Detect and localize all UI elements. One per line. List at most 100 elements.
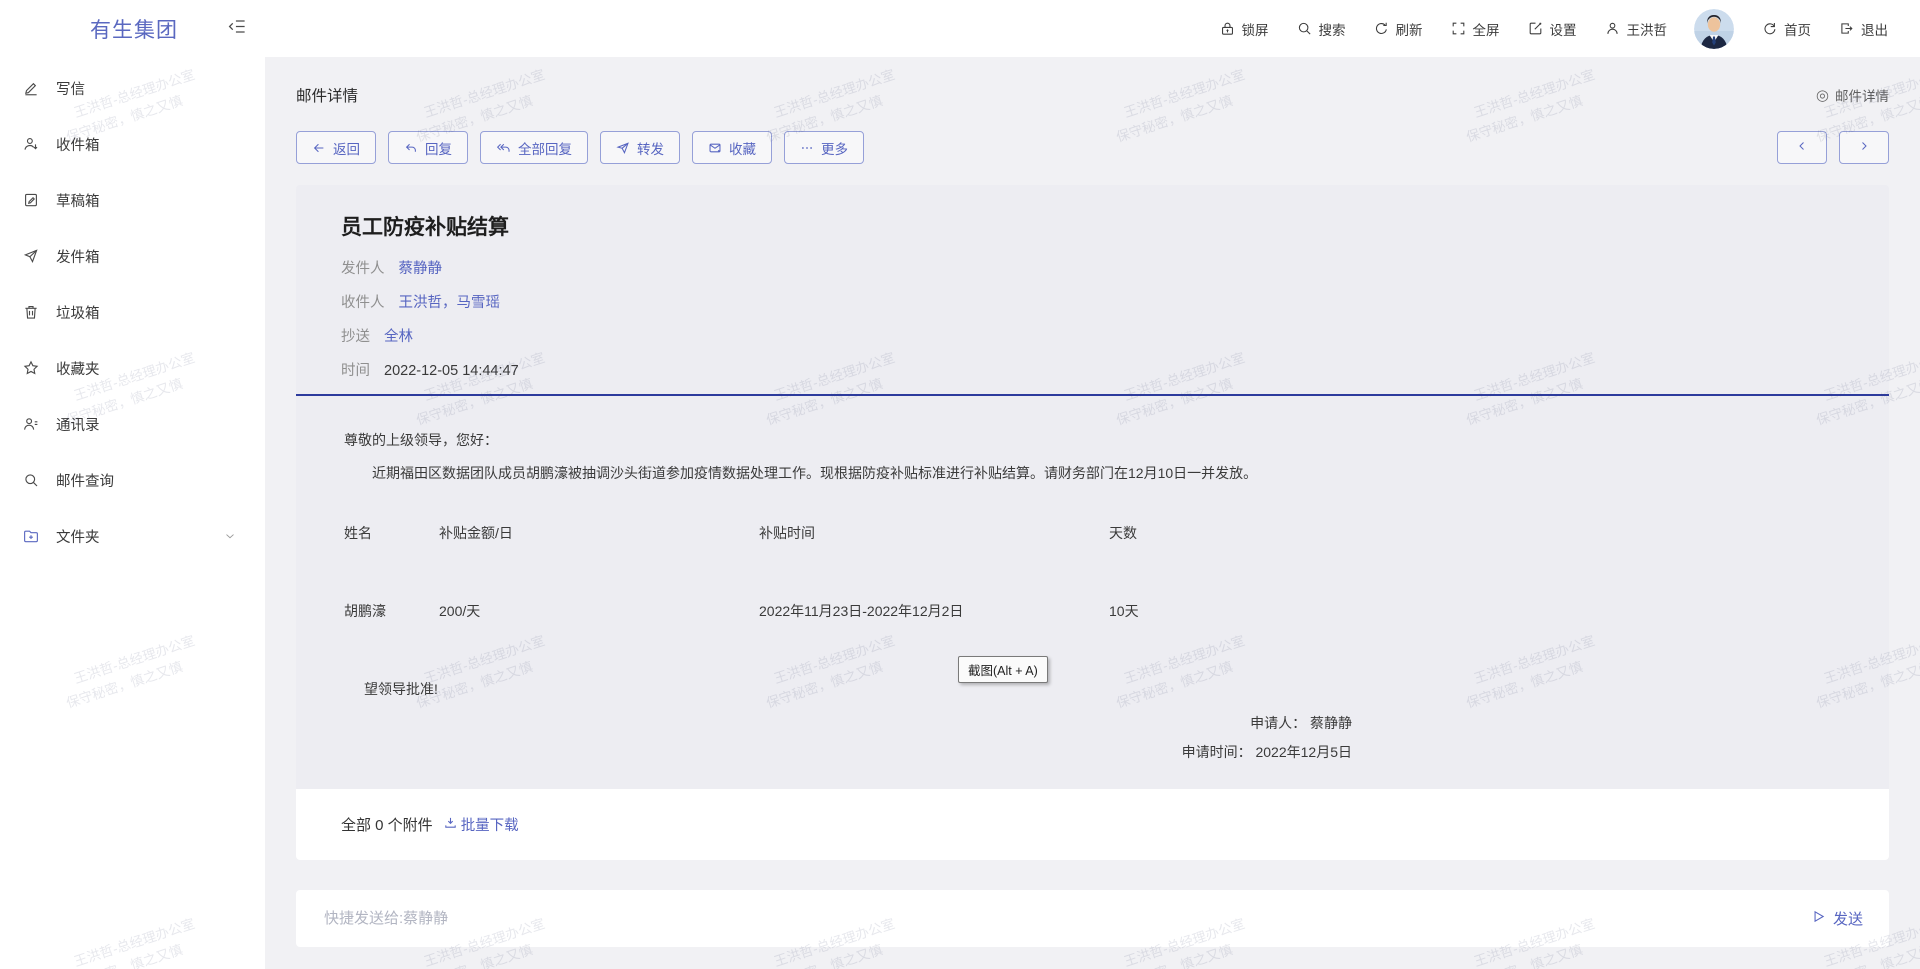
fullscreen-icon xyxy=(1450,20,1467,37)
contacts-icon xyxy=(22,415,40,433)
subsidy-table: 姓名 补贴金额/日 补贴时间 天数 胡鹏濠 200/天 2022年11月23日-… xyxy=(344,523,1344,621)
reply-all-icon xyxy=(496,141,511,155)
mail-meta-cc: 抄送 全林 xyxy=(341,325,1844,346)
col-days: 天数 xyxy=(1109,523,1344,543)
mail-paragraph: 近期福田区数据团队成员胡鹏濠被抽调沙头街道参加疫情数据处理工作。现根据防疫补贴标… xyxy=(344,463,1844,485)
apply-date-line: 申请时间： 2022年12月5日 xyxy=(344,738,1352,767)
pin-icon: ◎ xyxy=(1816,86,1829,104)
settings-button[interactable]: 设置 xyxy=(1527,19,1577,39)
sidebar-item-drafts[interactable]: 草稿箱 xyxy=(0,172,265,228)
logout-button[interactable]: 退出 xyxy=(1838,19,1888,39)
collect-icon xyxy=(708,141,722,155)
sidebar: 写信 收件箱 草稿箱 发件箱 垃圾箱 收藏夹 通讯录 邮件查询 xyxy=(0,57,265,969)
reply-all-button[interactable]: 全部回复 xyxy=(480,131,588,164)
forward-button[interactable]: 转发 xyxy=(600,131,680,164)
send-button[interactable]: 发送 xyxy=(1811,908,1863,929)
search-button[interactable]: 搜索 xyxy=(1296,19,1346,39)
logout-icon xyxy=(1838,20,1855,37)
mail-header: 员工防疫补贴结算 发件人 蔡静静 收件人 王洪哲，马雪瑶 抄送 全林 时间 20… xyxy=(296,185,1889,380)
back-button[interactable]: 返回 xyxy=(296,131,376,164)
home-icon xyxy=(1761,20,1778,37)
prev-mail-button[interactable] xyxy=(1777,131,1827,164)
main-content: 邮件详情 ◎ 邮件详情 返回 回复 全部回复 xyxy=(265,57,1920,969)
mail-subject: 员工防疫补贴结算 xyxy=(341,211,1844,241)
applicant-line: 申请人： 蔡静静 xyxy=(344,709,1352,738)
cc-link[interactable]: 全林 xyxy=(384,325,413,346)
home-button[interactable]: 首页 xyxy=(1761,19,1811,39)
reply-button[interactable]: 回复 xyxy=(388,131,468,164)
sidebar-item-folders[interactable]: 文件夹 xyxy=(0,508,265,564)
col-amount: 补贴金额/日 xyxy=(439,523,759,543)
cell-days: 10天 xyxy=(1109,543,1344,621)
toolbar: 返回 回复 全部回复 转发 收藏 xyxy=(296,131,1889,164)
sidebar-item-contacts[interactable]: 通讯录 xyxy=(0,396,265,452)
sidebar-item-favorites[interactable]: 收藏夹 xyxy=(0,340,265,396)
user-avatar[interactable] xyxy=(1694,9,1734,49)
reply-icon xyxy=(404,141,418,155)
current-user-button[interactable]: 王洪哲 xyxy=(1604,19,1668,39)
chevron-down-icon[interactable] xyxy=(223,529,237,543)
next-mail-button[interactable] xyxy=(1839,131,1889,164)
recipients-link[interactable]: 王洪哲，马雪瑶 xyxy=(399,291,501,312)
quick-send-bar: 发送 xyxy=(296,890,1889,947)
fullscreen-button[interactable]: 全屏 xyxy=(1450,19,1500,39)
sidebar-item-compose[interactable]: 写信 xyxy=(0,60,265,116)
send-triangle-icon xyxy=(1811,909,1826,928)
mail-closing: 望领导批准! xyxy=(344,679,1844,699)
sidebar-collapse-icon[interactable] xyxy=(228,17,247,41)
sender-link[interactable]: 蔡静静 xyxy=(399,257,443,278)
download-icon xyxy=(443,815,458,834)
cell-name: 胡鹏濠 xyxy=(344,543,439,621)
more-button[interactable]: 更多 xyxy=(784,131,864,164)
attachment-summary: 全部 0 个附件 xyxy=(341,814,433,835)
more-icon xyxy=(800,141,814,155)
refresh-button[interactable]: 刷新 xyxy=(1373,19,1423,39)
inbox-user-icon xyxy=(22,135,40,153)
sidebar-item-inbox[interactable]: 收件箱 xyxy=(0,116,265,172)
mail-card: 员工防疫补贴结算 发件人 蔡静静 收件人 王洪哲，马雪瑶 抄送 全林 时间 20… xyxy=(296,185,1889,860)
cell-amount: 200/天 xyxy=(439,543,759,621)
signature-block: 申请人： 蔡静静 申请时间： 2022年12月5日 xyxy=(344,709,1844,767)
breadcrumb: ◎ 邮件详情 xyxy=(1816,85,1889,105)
page-header: 邮件详情 ◎ 邮件详情 xyxy=(296,84,1889,106)
chevron-left-icon xyxy=(1796,139,1808,157)
search-icon xyxy=(1296,20,1313,37)
mail-body: 尊敬的上级领导，您好： 近期福田区数据团队成员胡鹏濠被抽调沙头街道参加疫情数据处… xyxy=(296,396,1889,767)
brand-logo: 有生集团 xyxy=(0,14,265,44)
attachment-bar: 全部 0 个附件 批量下载 xyxy=(296,789,1889,860)
lock-screen-button[interactable]: 锁屏 xyxy=(1219,19,1269,39)
mail-meta-from: 发件人 蔡静静 xyxy=(341,257,1844,278)
app-window: 有生集团 锁屏 搜索 刷新 全屏 设置 xyxy=(0,0,1920,969)
mail-time: 2022-12-05 14:44:47 xyxy=(384,363,519,379)
collect-button[interactable]: 收藏 xyxy=(692,131,772,164)
quick-send-input[interactable] xyxy=(322,909,1811,928)
settings-icon xyxy=(1527,20,1544,37)
cell-period: 2022年11月23日-2022年12月2日 xyxy=(759,543,1109,621)
folder-plus-icon xyxy=(22,527,40,545)
sidebar-item-trash[interactable]: 垃圾箱 xyxy=(0,284,265,340)
lock-icon xyxy=(1219,20,1236,37)
refresh-icon xyxy=(1373,20,1390,37)
pencil-icon xyxy=(22,79,40,97)
sidebar-item-mail-search[interactable]: 邮件查询 xyxy=(0,452,265,508)
batch-download-button[interactable]: 批量下载 xyxy=(443,814,519,835)
screenshot-tooltip: 截图(Alt + A) xyxy=(958,656,1048,683)
forward-icon xyxy=(616,141,630,155)
user-icon xyxy=(1604,20,1621,37)
search-icon xyxy=(22,471,40,489)
mail-greeting: 尊敬的上级领导，您好： xyxy=(344,430,1844,450)
mail-meta-time: 时间 2022-12-05 14:44:47 xyxy=(341,359,1844,380)
chevron-right-icon xyxy=(1858,139,1870,157)
paper-plane-icon xyxy=(22,247,40,265)
col-name: 姓名 xyxy=(344,523,439,543)
draft-icon xyxy=(22,191,40,209)
topbar-actions: 锁屏 搜索 刷新 全屏 设置 王洪哲 xyxy=(1219,9,1920,49)
trash-icon xyxy=(22,303,40,321)
page-title: 邮件详情 xyxy=(296,84,358,106)
topbar: 有生集团 锁屏 搜索 刷新 全屏 设置 xyxy=(0,0,1920,57)
mail-meta-to: 收件人 王洪哲，马雪瑶 xyxy=(341,291,1844,312)
star-icon xyxy=(22,359,40,377)
table-header-row: 姓名 补贴金额/日 补贴时间 天数 xyxy=(344,523,1344,543)
sidebar-item-sent[interactable]: 发件箱 xyxy=(0,228,265,284)
arrow-left-icon xyxy=(312,141,326,155)
